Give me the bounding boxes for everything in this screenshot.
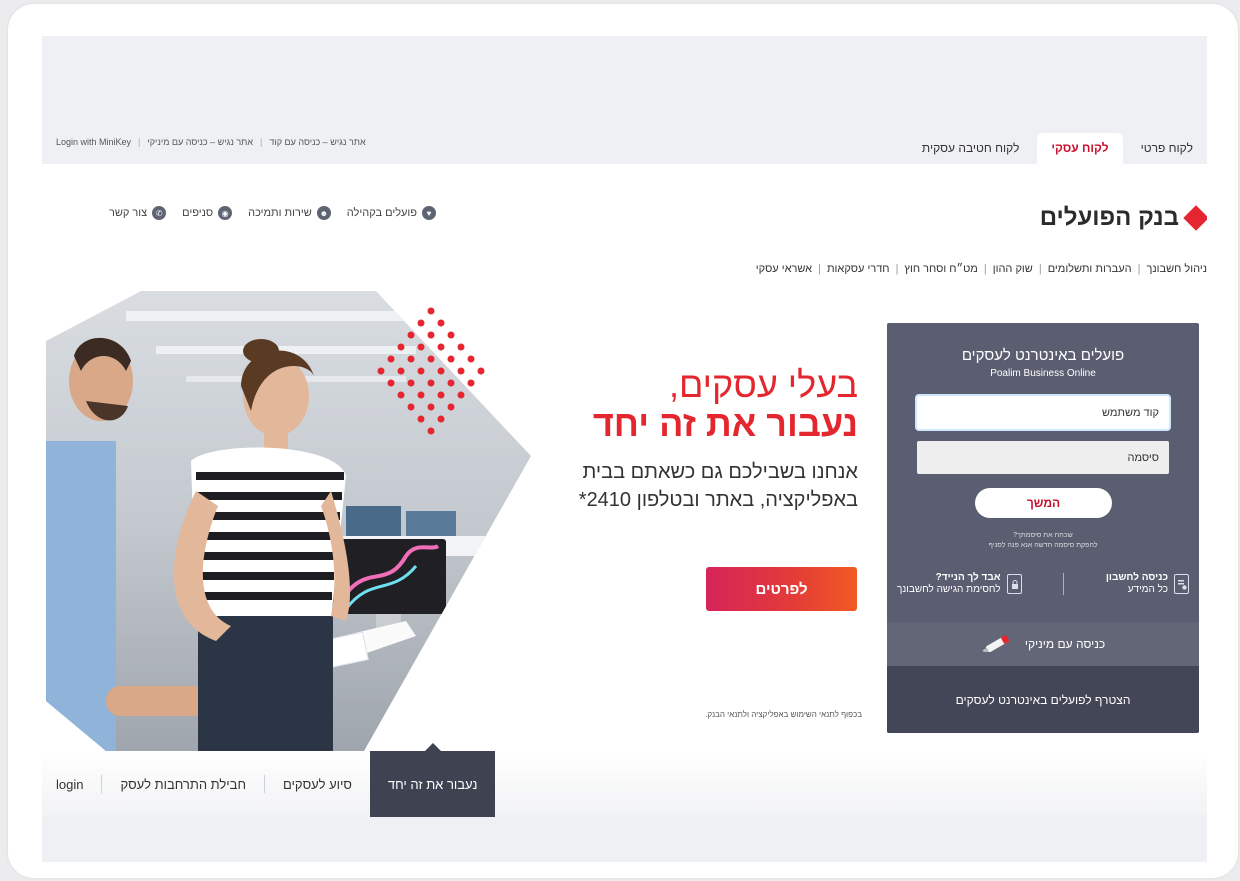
minikey-label: כניסה עם מיניקי [1024,637,1106,651]
accessible-code-link[interactable]: אתר נגיש – כניסה עם קוד [269,137,365,147]
mobile-lock-icon [1006,574,1022,594]
page: לקוח פרטי לקוח עסקי לקוח חטיבה עסקית Log… [42,36,1207,862]
enter-account-title: כניסה לחשבון [1105,572,1168,583]
tab-expansion-package[interactable]: חבילת התרחבות לעסק [102,751,264,817]
browser-frame: לקוח פרטי לקוח עסקי לקוח חטיבה עסקית Log… [8,4,1238,878]
details-button[interactable]: לפרטים [706,567,857,611]
password-input[interactable] [917,441,1169,474]
hero-subtitle: אנחנו בשבילכם גם כשאתם בבית באפליקציה, ב… [578,461,858,511]
hero-title-line1: בעלי עסקים, [668,364,858,405]
util-support[interactable]: ☻ שירות ותמיכה [248,206,331,220]
util-support-label: שירות ותמיכה [248,207,312,219]
enter-account-link[interactable]: כניסה לחשבון כל המידע [1106,572,1189,596]
quick-actions: כניסה לחשבון כל המידע אבד לך הנייד? לחסי… [897,567,1189,601]
util-branches-label: סניפים [182,207,214,219]
login-subtitle: Poalim Business Online [990,368,1096,379]
separator: | [983,263,987,275]
join-business-online-button[interactable]: הצטרף לפועלים באינטרנט לעסקים [887,666,1199,733]
utility-nav: ✆ צור קשר ◉ סניפים ☻ שירות ותמיכה ♥ פועל… [56,206,436,220]
util-contact[interactable]: ✆ צור קשר [108,206,167,220]
phone-icon: ✆ [152,206,167,220]
login-header: פועלים באינטרנט לעסקים Poalim Business O… [887,347,1199,379]
hero-disclaimer: בכפוף לתנאי השימוש באפליקציה ולתנאי הבנק… [705,710,862,719]
nav-forex[interactable]: מט״ח וסחר חוץ [904,263,977,275]
main-nav: ניהול חשבונך | העברות ותשלומים | שוק ההו… [756,263,1207,275]
lost-device-sub: לחסימת הגישה לחשבונך [897,584,1001,595]
util-community[interactable]: ♥ פועלים בקהילה [347,206,436,220]
separator: | [1038,263,1042,275]
lost-device-title: אבד לך הנייד? [935,572,1001,583]
footer-band [42,817,1207,862]
forgot-line2: להפקת סיסמה חדשה אנא פנה לסניף [988,542,1098,549]
login-card: פועלים באינטרנט לעסקים Poalim Business O… [887,323,1199,733]
separator: | [138,137,141,147]
username-input[interactable] [917,396,1169,429]
nav-dealing-rooms[interactable]: חדרי עסקאות [827,263,890,275]
tab-get-through-together[interactable]: נעבור את זה יחד [369,743,496,817]
document-icon [1174,574,1189,594]
accessibility-links: Login with MiniKey | אתר נגיש – כניסה עם… [56,137,366,147]
separator: | [260,137,263,147]
hero-text: בעלי עסקים, נעבור את זה יחד אנחנו בשבילכ… [522,366,858,514]
separator: | [895,263,899,275]
bottom-tabs: login חבילת התרחבות לעסק סיוע לעסקים נעב… [42,743,1207,817]
continue-button[interactable]: המשך [975,488,1112,518]
separator: | [1137,263,1141,275]
nav-account-management[interactable]: ניהול חשבונך [1147,263,1208,275]
enter-account-text: כניסה לחשבון כל המידע [1106,572,1168,596]
divider [1063,573,1065,595]
forgot-line1: שכחת את סיסמתך? [1013,532,1073,539]
heart-icon: ♥ [422,206,436,220]
tab-business[interactable]: לקוח עסקי [1037,133,1123,164]
tab-private[interactable]: לקוח פרטי [1127,133,1207,164]
login-title: פועלים באינטרנט לעסקים [961,347,1125,364]
util-contact-label: צור קשר [108,207,148,219]
bank-logo[interactable]: בנק הפועלים [1039,204,1207,232]
tab-login[interactable]: login [42,751,101,817]
forgot-password[interactable]: שכחת את סיסמתך? להפקת סיסמה חדשה אנא פנה… [887,531,1199,551]
usb-key-icon [981,634,1015,655]
hero-photo [46,291,531,751]
accessible-minikey-link[interactable]: אתר נגיש – כניסה עם מיניקי [147,137,253,147]
logo-diamond-icon [1183,205,1207,231]
customer-tabs: לקוח פרטי לקוח עסקי לקוח חטיבה עסקית [908,133,1207,164]
lost-device-text: אבד לך הנייד? לחסימת הגישה לחשבונך [897,572,1001,596]
enter-account-sub: כל המידע [1127,584,1168,595]
minikey-login-button[interactable]: כניסה עם מיניקי [887,622,1199,666]
util-community-label: פועלים בקהילה [346,207,417,219]
logo-text: בנק הפועלים [1039,204,1179,231]
nav-business-credit[interactable]: אשראי עסקי [756,263,812,275]
nav-capital-market[interactable]: שוק ההון [993,263,1033,275]
util-branches[interactable]: ◉ סניפים [182,206,233,220]
hero-title-line2: נעבור את זה יחד [592,403,858,444]
tab-business-division[interactable]: לקוח חטיבה עסקית [908,133,1034,164]
nav-transfers[interactable]: העברות ותשלומים [1048,263,1132,275]
minikey-login-link[interactable]: Login with MiniKey [56,137,131,147]
separator: | [818,263,821,275]
lost-device-link[interactable]: אבד לך הנייד? לחסימת הגישה לחשבונך [897,572,1022,596]
support-icon: ☻ [316,206,331,220]
location-icon: ◉ [218,206,233,220]
tab-business-aid[interactable]: סיוע לעסקים [265,751,370,817]
